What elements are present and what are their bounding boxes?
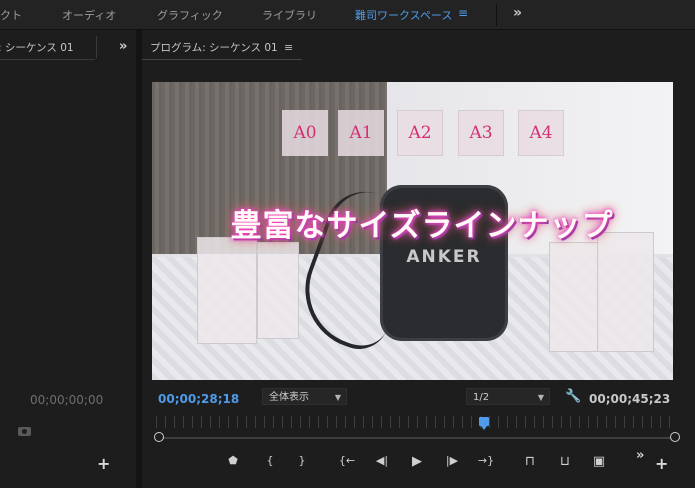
workspace-more-icon[interactable]: » xyxy=(513,5,522,21)
duration-timecode: 00;00;45;23 xyxy=(589,392,671,406)
camera-icon[interactable] xyxy=(18,427,31,436)
resolution-select[interactable]: 1/2 ▼ xyxy=(466,388,550,405)
go-to-in-button[interactable]: {← xyxy=(338,454,356,467)
paper-stand-right-2 xyxy=(597,232,654,352)
paper-stand-left-2 xyxy=(257,242,299,339)
source-timecode[interactable]: 00;00;00;00 xyxy=(30,393,103,407)
lift-button[interactable]: ⊓ xyxy=(521,454,539,469)
panel-tab-underline xyxy=(0,59,95,60)
chevron-down-icon: ▼ xyxy=(334,393,341,402)
panel-tab-underline xyxy=(142,59,302,60)
resolution-select-value: 1/2 xyxy=(473,392,490,403)
go-to-out-button[interactable]: →} xyxy=(477,454,495,467)
size-card-a0: A0 xyxy=(282,110,328,156)
export-frame-button[interactable]: ▣ xyxy=(590,454,608,469)
zoom-select-value: 全体表示 xyxy=(269,392,309,403)
mark-out-button[interactable]: } xyxy=(293,454,311,467)
paper-stand-right xyxy=(549,242,599,352)
extract-button[interactable]: ⊔ xyxy=(556,454,574,469)
zoom-select[interactable]: 全体表示 ▼ xyxy=(262,388,347,405)
workspace-menu-icon[interactable]: ≡ xyxy=(458,6,468,20)
transport-more-icon[interactable]: » xyxy=(636,448,644,463)
size-card-a2: A2 xyxy=(397,110,443,156)
workspace-bar: クト オーディオ グラフィック ライブラリ 難司ワークスペース ≡ » xyxy=(0,0,695,30)
zoom-scrollbar-end-handle[interactable] xyxy=(670,432,680,442)
size-card-a3: A3 xyxy=(458,110,504,156)
playhead[interactable] xyxy=(479,417,490,430)
source-panel-expand-icon[interactable]: » xyxy=(119,39,127,54)
divider xyxy=(96,36,97,58)
step-forward-button[interactable]: |▶ xyxy=(443,454,461,467)
paper-stand-left xyxy=(197,237,257,344)
source-panel: : シーケンス 01 » 00;00;00;00 + xyxy=(0,30,136,488)
workspace-tab-custom[interactable]: 難司ワークスペース xyxy=(355,7,452,23)
add-marker-button[interactable]: ⬟ xyxy=(224,454,242,467)
workspace-tab-graphics[interactable]: グラフィック xyxy=(157,7,223,23)
add-icon[interactable]: + xyxy=(97,454,110,473)
overlay-title: 豊富なサイズラインナップ xyxy=(230,208,614,244)
zoom-scrollbar[interactable] xyxy=(158,437,676,439)
current-timecode[interactable]: 00;00;28;18 xyxy=(158,392,239,406)
size-card-a1: A1 xyxy=(338,110,384,156)
panel-menu-icon[interactable]: ≡ xyxy=(284,41,293,54)
mark-in-button[interactable]: { xyxy=(261,454,279,467)
video-preview[interactable]: ANKER A0 A1 A2 A3 A4 豊富なサイズラインナップ xyxy=(152,82,673,380)
step-back-button[interactable]: ◀| xyxy=(373,454,391,467)
speaker-logo: ANKER xyxy=(406,247,482,267)
source-panel-title[interactable]: : シーケンス 01 xyxy=(0,40,74,55)
time-ruler[interactable] xyxy=(156,416,678,428)
size-card-a4: A4 xyxy=(518,110,564,156)
workspace-tab-audio[interactable]: オーディオ xyxy=(62,7,116,23)
zoom-scrollbar-start-handle[interactable] xyxy=(154,432,164,442)
workspace-tab-libraries[interactable]: ライブラリ xyxy=(262,7,317,23)
chevron-down-icon: ▼ xyxy=(537,393,544,402)
add-button-icon[interactable]: + xyxy=(655,454,668,473)
workspace-tab-0[interactable]: クト xyxy=(0,7,22,23)
program-monitor: プログラム: シーケンス 01 ≡ ANKER A0 A1 A2 A3 A4 豊… xyxy=(142,30,695,488)
play-button[interactable]: ▶ xyxy=(408,454,426,469)
program-panel-title[interactable]: プログラム: シーケンス 01 xyxy=(150,40,278,55)
wrench-icon[interactable]: 🔧 xyxy=(565,389,581,404)
divider xyxy=(496,4,497,26)
